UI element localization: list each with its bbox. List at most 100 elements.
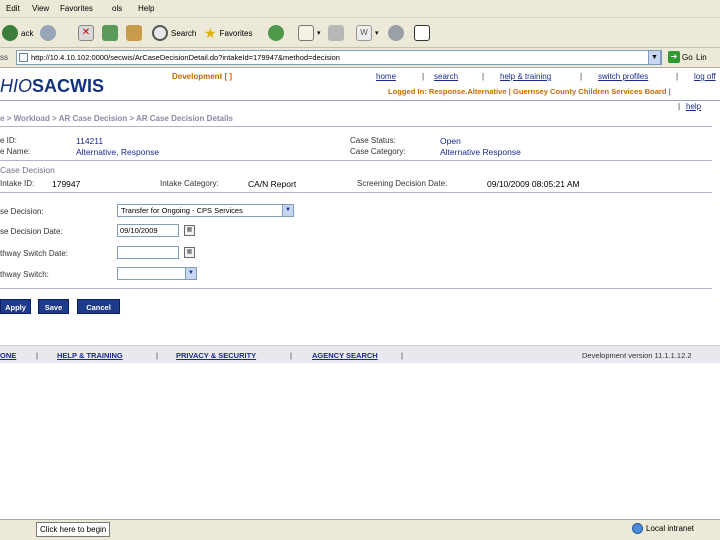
help-row: | help [0,100,720,112]
mail-button[interactable]: ▾ [298,24,321,42]
search-button[interactable]: Search [152,24,196,42]
pathway-switch-date-input[interactable] [117,246,179,259]
home-button[interactable] [126,24,145,42]
back-arrow-icon [2,25,18,41]
zone-indicator: Local intranet [632,523,694,534]
pathway-switch-select[interactable]: ▼ [117,267,197,280]
links-button[interactable]: Lin [696,53,707,62]
divider [0,126,712,127]
help-link[interactable]: help [686,102,701,111]
environment-label: Development [ ] [172,72,233,81]
case-name-value: Alternative, Response [76,147,160,157]
url-text: http://10.4.10.102:0000/secwis/ArCaseDec… [31,53,340,62]
nav-home-link[interactable]: home [376,72,396,81]
menu-favorites[interactable]: Favorites [60,4,93,13]
print-button[interactable] [328,24,347,42]
nav-logoff-link[interactable]: log off [694,72,716,81]
go-label: Go [682,52,693,62]
nav-separator: | [580,72,583,81]
nav-switch-profiles-link[interactable]: switch profiles [598,72,648,81]
printer-icon [328,25,344,41]
case-decision-date-label: se Decision Date: [0,227,63,236]
history-icon [268,25,284,41]
footer-separator: | [156,351,158,360]
help-separator: | [678,102,681,111]
intake-id-label: Intake ID: [0,179,35,188]
case-category-label: Case Category: [350,147,406,156]
messenger-button[interactable] [414,24,433,42]
favorites-button-label: Favorites [219,28,253,38]
go-arrow-icon: ➔ [668,51,680,63]
menu-tools[interactable]: ols [112,4,122,13]
screening-date-value: 09/10/2009 08:05:21 AM [487,179,580,189]
chevron-down-icon: ▼ [185,268,196,279]
back-button[interactable]: ack [2,24,33,42]
refresh-icon [102,25,118,41]
home-icon [126,25,142,41]
nav-separator: | [676,72,679,81]
case-decision-selected: Transfer for Ongoing - CPS Services [121,206,243,215]
stop-icon: ✕ [78,25,94,41]
url-field[interactable]: http://10.4.10.102:0000/secwis/ArCaseDec… [16,50,662,65]
case-decision-select[interactable]: Transfer for Ongoing - CPS Services ▼ [117,204,294,217]
history-button[interactable] [268,24,287,42]
menu-view[interactable]: View [32,4,49,13]
case-name-label: e Name: [0,147,31,156]
go-button[interactable]: ➔ Go [668,51,693,63]
case-decision-date-input[interactable]: 09/10/2009 [117,224,179,237]
discuss-button[interactable] [388,24,407,42]
menu-bar: Edit View Favorites ols Help [0,0,720,18]
footer-bar: ONE | HELP & TRAINING | PRIVACY & SECURI… [0,345,720,363]
case-status-label: Case Status: [350,136,396,145]
nav-help-training-link[interactable]: help & training [500,72,551,81]
divider [0,288,712,289]
calendar-icon[interactable]: ▦ [184,247,195,258]
word-icon: W [356,25,372,41]
address-bar: ss http://10.4.10.102:0000/secwis/ArCase… [0,48,720,68]
divider [0,160,712,161]
footer-home-link[interactable]: ONE [0,351,16,360]
case-status-value: Open [440,136,461,146]
pathway-switch-date-label: thway Switch Date: [0,249,69,258]
sacwis-logo: HIOSACWIS [0,76,104,97]
apply-button[interactable]: Apply [0,299,31,314]
cancel-button[interactable]: Cancel [77,299,120,314]
footer-agency-search-link[interactable]: AGENCY SEARCH [312,351,378,360]
footer-separator: | [401,351,403,360]
edit-button[interactable]: W ▾ [356,24,379,42]
menu-edit[interactable]: Edit [6,4,20,13]
footer-separator: | [36,351,38,360]
star-icon: ★ [204,24,217,41]
stop-button[interactable]: ✕ [78,24,97,42]
case-id-label: e ID: [0,136,17,145]
refresh-button[interactable] [102,24,121,42]
app-header: HIOSACWIS Development [ ] home | search … [0,68,720,100]
case-id-value: 114211 [76,136,104,146]
status-tooltip: Click here to begin [36,522,111,537]
intranet-globe-icon [632,523,643,534]
logo-main: SACWIS [32,76,105,96]
footer-separator: | [290,351,292,360]
footer-help-training-link[interactable]: HELP & TRAINING [57,351,123,360]
intake-category-value: CA/N Report [248,179,297,189]
footer-privacy-security-link[interactable]: PRIVACY & SECURITY [176,351,256,360]
forward-arrow-icon [40,25,56,41]
search-button-label: Search [171,28,197,38]
mail-icon [298,25,314,41]
url-dropdown-button[interactable]: ▼ [648,50,661,65]
address-label: ss [0,53,8,62]
nav-search-link[interactable]: search [434,72,458,81]
page-icon [19,53,28,62]
save-button[interactable]: Save [38,299,69,314]
menu-help[interactable]: Help [138,4,154,13]
browser-toolbar: ack ✕ Search ★ Favorites ▾ W ▾ [0,18,720,48]
logo-prefix: HIO [0,76,33,96]
case-category-value: Alternative Response [440,147,521,157]
case-decision-label: se Decision: [0,207,44,216]
nav-separator: | [482,72,485,81]
calendar-icon[interactable]: ▦ [184,225,195,236]
favorites-button[interactable]: ★ Favorites [204,24,252,42]
forward-button[interactable] [40,24,59,42]
intake-category-label: Intake Category: [160,179,219,188]
intake-id-value: 179947 [52,179,81,189]
